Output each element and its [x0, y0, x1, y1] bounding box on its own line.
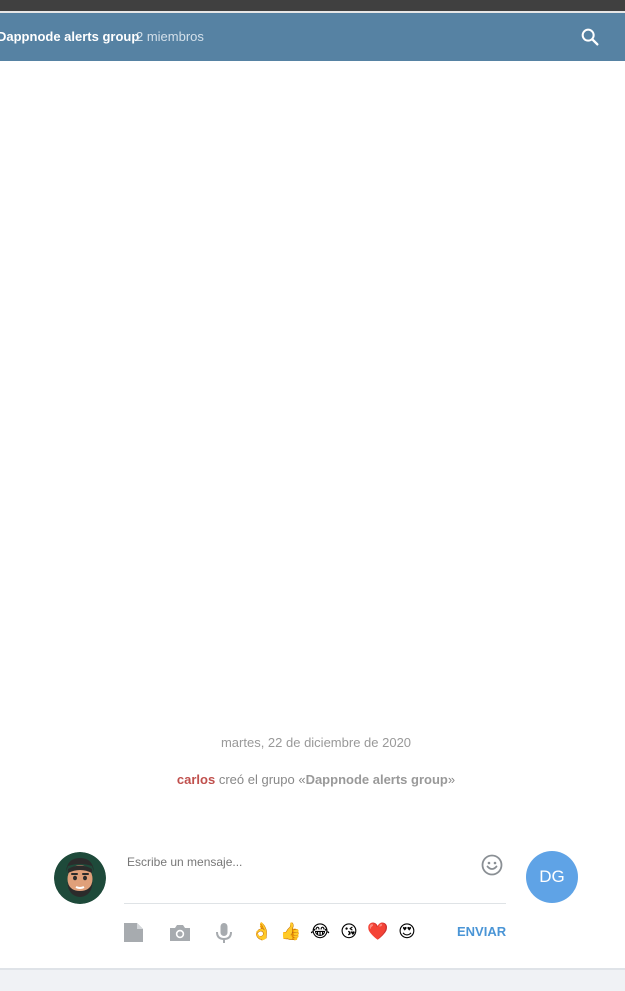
service-message: carlos creó el grupo «Dappnode alerts gr… [0, 772, 625, 787]
microphone-icon[interactable] [212, 921, 236, 945]
send-button[interactable]: ENVIAR [457, 924, 506, 939]
emoji-kiss[interactable]: 😘 [337, 920, 361, 944]
service-author[interactable]: carlos [177, 772, 215, 787]
search-icon[interactable] [579, 26, 601, 48]
members-count[interactable]: 2 miembros [136, 29, 204, 44]
chat-header: Dappnode alerts group 2 miembros [0, 13, 625, 61]
peer-avatar[interactable]: DG [526, 851, 578, 903]
camera-icon[interactable] [168, 921, 192, 945]
emoji-ok-hand[interactable]: 👌 [250, 920, 274, 944]
emoji-joy[interactable]: 😂 [308, 920, 332, 944]
service-group-name: Dappnode alerts group [305, 772, 448, 787]
my-avatar[interactable] [54, 852, 106, 904]
emoji-picker-icon[interactable] [480, 853, 504, 877]
footer-bar [0, 968, 625, 991]
date-separator: martes, 22 de diciembre de 2020 [220, 735, 412, 750]
composer-divider [124, 903, 506, 904]
avatar-image [54, 852, 106, 904]
chat-title[interactable]: Dappnode alerts group [0, 29, 139, 44]
emoji-heart-eyes[interactable]: 😍 [395, 920, 419, 944]
service-text: creó el grupo « [215, 772, 306, 787]
window-top-bar [0, 0, 625, 13]
message-input[interactable] [124, 848, 470, 876]
service-close-quote: » [447, 772, 456, 787]
emoji-thumbs-up[interactable]: 👍 [279, 920, 303, 944]
file-icon[interactable] [122, 921, 146, 945]
emoji-heart[interactable]: ❤️ [366, 920, 390, 944]
